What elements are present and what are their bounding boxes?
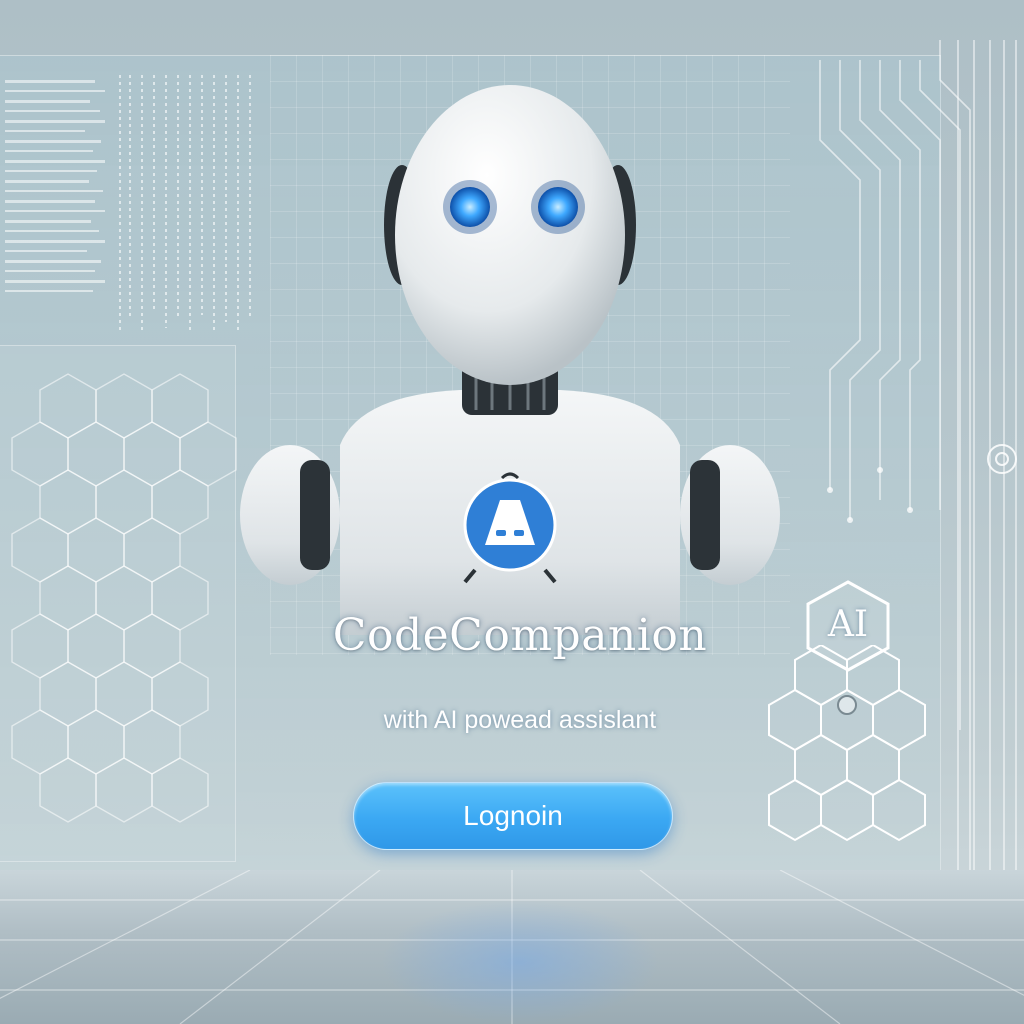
ai-badge-label: AI (827, 604, 869, 645)
floor-reflection-glow (380, 900, 660, 1024)
app-title: CodeCompanion (332, 610, 708, 661)
app-subtitle: with AI powead assislant (383, 706, 657, 734)
hexagon-pattern-left (11, 373, 237, 823)
robot-mascot-icon (240, 85, 780, 635)
hexagon-pattern-right (768, 645, 926, 842)
target-icon (987, 444, 1017, 474)
login-screen: CodeCompanion with AI powead assislant L… (0, 0, 1024, 1024)
login-button[interactable]: Lognoin (353, 782, 673, 850)
